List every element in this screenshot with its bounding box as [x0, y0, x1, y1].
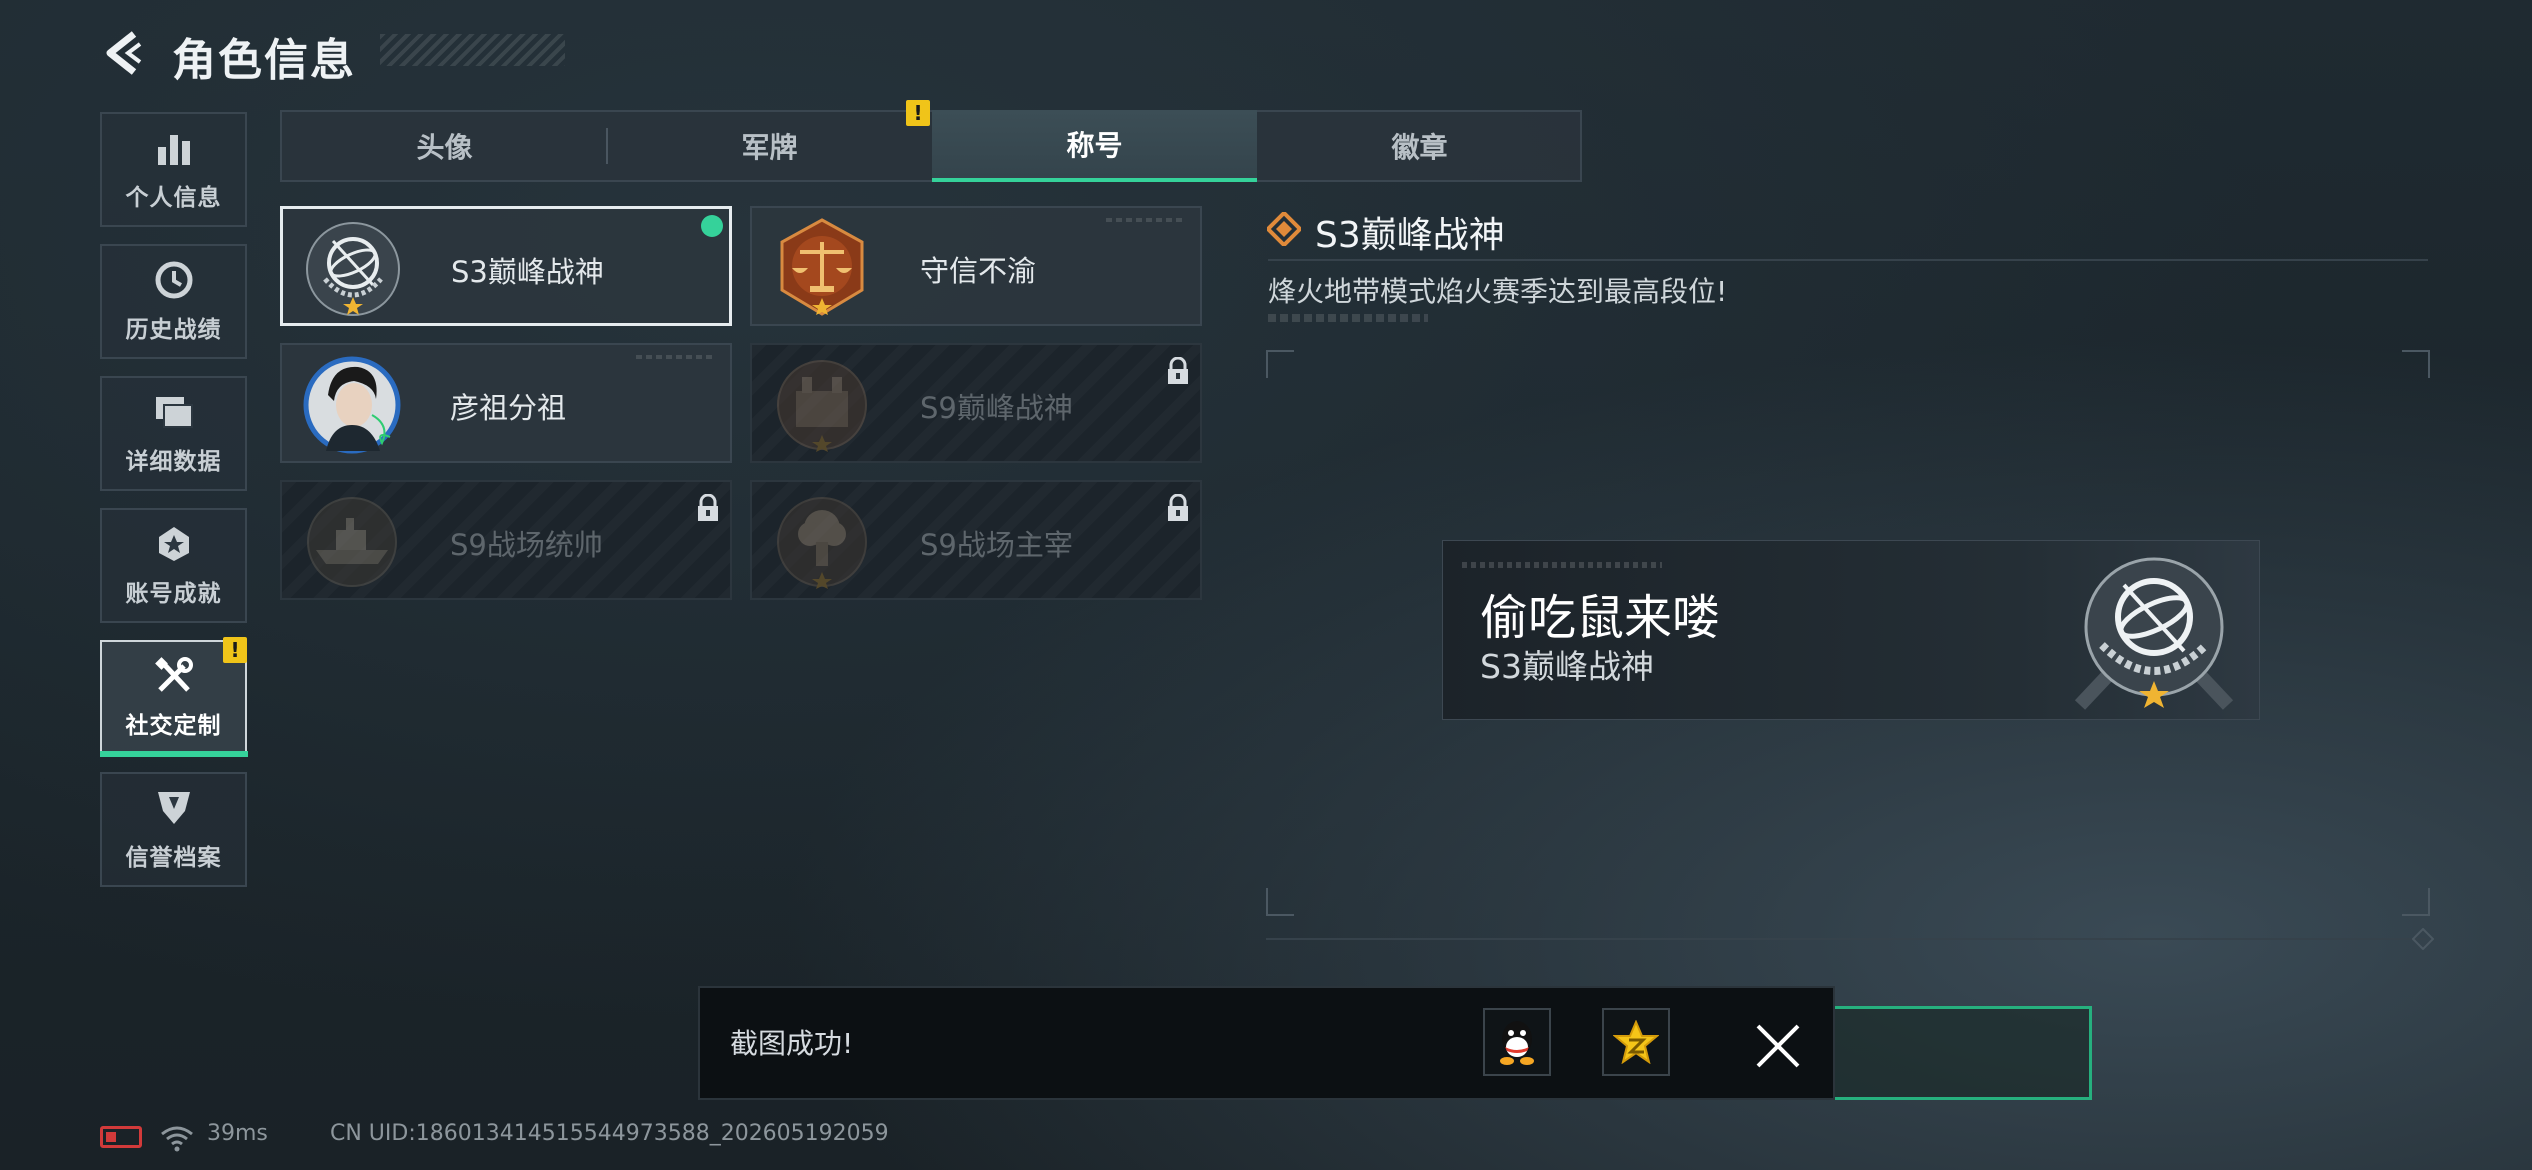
portrait-avatar-icon — [303, 356, 401, 454]
tab-badge[interactable]: 徽章 — [1257, 110, 1582, 182]
banner-code-decoration — [1462, 562, 1662, 568]
sidebar-item-detailed-data[interactable]: 详细数据 — [100, 376, 247, 491]
fortress-medal-icon — [777, 360, 867, 452]
preview-player-name: 偷吃鼠来喽 — [1480, 590, 1721, 646]
wifi-icon — [161, 1126, 193, 1152]
title-card-s9-peak[interactable]: S9巅峰战神 — [750, 343, 1202, 463]
battery-level — [106, 1132, 116, 1142]
ping-value: 39ms — [207, 1121, 268, 1146]
tools-icon — [154, 656, 194, 696]
lock-icon — [1168, 494, 1188, 521]
tab-dog-tag[interactable]: 军牌 — [607, 110, 932, 182]
title-decoration — [380, 34, 565, 66]
sidebar-item-label: 个人信息 — [125, 184, 222, 211]
equipped-indicator — [701, 215, 723, 237]
detail-title: S3巅峰战神 — [1315, 215, 1505, 256]
frame-corner — [2402, 350, 2430, 378]
sidebar-item-reputation[interactable]: 信誉档案 — [100, 772, 247, 887]
sidebar-item-label: 详细数据 — [125, 448, 222, 475]
title-card-s9-commander[interactable]: S9战场统帅 — [280, 480, 732, 600]
close-toast-icon[interactable] — [1750, 1018, 1806, 1074]
lock-icon — [1168, 357, 1188, 384]
frame-corner — [2402, 888, 2430, 916]
folder-icon — [154, 392, 194, 432]
back-arrow-icon[interactable] — [100, 30, 144, 76]
title-name: S3巅峰战神 — [451, 255, 604, 289]
qq-icon — [1500, 1021, 1534, 1065]
detail-code-decoration — [1268, 314, 1428, 322]
sidebar-item-history[interactable]: 历史战绩 — [100, 244, 247, 359]
share-qzone-button[interactable] — [1602, 1008, 1670, 1076]
card-decoration — [636, 355, 716, 359]
explosion-medal-icon — [777, 497, 867, 589]
sidebar-item-achievements[interactable]: 账号成就 — [100, 508, 247, 623]
share-qq-button[interactable] — [1483, 1008, 1551, 1076]
detail-divider — [1268, 259, 2428, 261]
tab-warning-badge: ! — [906, 100, 930, 126]
title-name: S9战场主宰 — [920, 528, 1073, 562]
title-name: S9战场统帅 — [450, 528, 603, 562]
clock-icon — [154, 260, 194, 300]
sidebar-item-personal-info[interactable]: 个人信息 — [100, 112, 247, 227]
sidebar-active-indicator — [100, 751, 248, 757]
battleship-medal-icon — [307, 497, 397, 587]
medal-icon — [154, 524, 194, 564]
title-name: 守信不渝 — [920, 254, 1037, 288]
frame-corner — [1266, 888, 1294, 916]
page-title: 角色信息 — [172, 35, 356, 86]
preview-title-name: S3巅峰战神 — [1480, 647, 1654, 686]
qzone-icon — [1613, 1020, 1659, 1064]
title-card-s3-peak[interactable]: S3巅峰战神 — [280, 206, 732, 326]
shield-icon — [154, 788, 194, 828]
sidebar-item-label: 历史战绩 — [125, 316, 222, 343]
sidebar-warning-badge: ! — [223, 637, 247, 663]
tab-title[interactable]: 称号 — [932, 110, 1257, 182]
user-uid: CN UID:186013414515544973588_20260519205… — [330, 1121, 889, 1146]
divider-diamond-icon — [2412, 928, 2434, 950]
bar-chart-icon — [154, 128, 194, 168]
diamond-title-icon — [1267, 212, 1301, 246]
title-card-s9-dominator[interactable]: S9战场主宰 — [750, 480, 1202, 600]
title-card-trustworthy[interactable]: 守信不渝 — [750, 206, 1202, 326]
tab-avatar[interactable]: 头像 — [282, 110, 607, 182]
title-card-yanzu[interactable]: 彦祖分祖 — [280, 343, 732, 463]
lock-icon — [698, 494, 718, 521]
armillary-medal-icon — [2074, 557, 2234, 710]
scales-medal-icon — [780, 218, 864, 316]
card-decoration — [1106, 218, 1186, 222]
toast-message: 截图成功! — [730, 1027, 854, 1060]
frame-corner — [1266, 350, 1294, 378]
title-name: 彦祖分祖 — [450, 391, 567, 425]
sidebar-item-label: 账号成就 — [125, 580, 222, 607]
sidebar-item-label: 信誉档案 — [125, 844, 222, 871]
armillary-medal-icon — [306, 222, 400, 316]
detail-description: 烽火地带模式焰火赛季达到最高段位! — [1268, 275, 1728, 308]
sidebar-item-label: 社交定制 — [125, 712, 222, 739]
title-name: S9巅峰战神 — [920, 391, 1073, 425]
preview-divider — [1266, 938, 2426, 940]
